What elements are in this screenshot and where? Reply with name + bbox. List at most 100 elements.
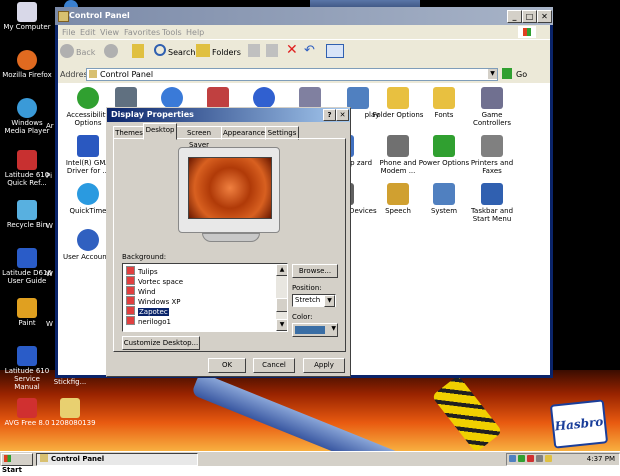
network-tray-icon[interactable] <box>509 455 516 462</box>
dialog-close-button[interactable]: ✕ <box>336 109 349 121</box>
desktop-icon-service-manual[interactable]: Latitude 610 Service Manual <box>0 346 54 391</box>
copy-to-icon[interactable] <box>266 44 278 57</box>
background-list[interactable]: Tulips Vortec space Wind Windows XP Zapo… <box>122 263 288 332</box>
delete-icon[interactable]: ✕ <box>286 42 298 58</box>
menu-tools[interactable]: Tools <box>162 28 182 37</box>
move-to-icon[interactable] <box>248 44 260 57</box>
menu-help[interactable]: Help <box>186 28 204 37</box>
volume-tray-icon[interactable] <box>536 455 543 462</box>
dialog-title: Display Properties <box>111 110 194 119</box>
image-file-icon <box>126 296 135 305</box>
go-arrow-icon[interactable] <box>502 68 512 79</box>
list-item[interactable]: Wind <box>126 286 274 296</box>
menu-view[interactable]: View <box>100 28 119 37</box>
automatic-updates-icon <box>253 87 275 109</box>
image-file-icon <box>126 276 135 285</box>
scroll-up-icon[interactable]: ▲ <box>276 264 287 276</box>
chevron-down-icon[interactable]: ▼ <box>488 69 497 79</box>
ok-button[interactable]: OK <box>208 358 246 373</box>
add-remove-programs-icon <box>207 87 229 109</box>
control-panel-icon <box>40 454 48 462</box>
folders-icon[interactable] <box>196 44 210 57</box>
forward-arrow-icon[interactable] <box>104 44 118 58</box>
menu-file[interactable]: File <box>62 28 75 37</box>
go-button[interactable]: Go <box>516 70 527 79</box>
user-accounts-icon <box>77 229 99 251</box>
chevron-down-icon[interactable]: ▼ <box>324 295 335 307</box>
browse-button[interactable]: Browse... <box>292 264 338 278</box>
display-properties-dialog: Display Properties ? ✕ Themes Desktop Sc… <box>106 107 351 377</box>
hasbro-logo: Hasbro <box>549 399 609 449</box>
accounts-icon <box>299 87 321 109</box>
power-tray-icon[interactable] <box>545 455 552 462</box>
start-button[interactable]: Start <box>1 453 33 474</box>
position-select[interactable]: Stretch ▼ <box>292 294 336 307</box>
back-button-label[interactable]: Back <box>76 48 95 57</box>
display-icon <box>347 87 369 109</box>
color-swatch <box>295 326 325 334</box>
clock[interactable]: 4:37 PM <box>587 454 615 465</box>
search-button[interactable]: Search <box>168 48 195 57</box>
desktop-icon-quick-ref[interactable]: Latitude 610 Quick Ref... <box>0 150 54 187</box>
list-scrollbar[interactable]: ▲ ▼ <box>276 264 287 331</box>
firefox-icon <box>17 50 37 70</box>
back-arrow-icon[interactable] <box>60 44 74 58</box>
image-file-icon <box>126 266 135 275</box>
fonts-icon <box>433 87 455 109</box>
search-icon[interactable] <box>154 44 166 56</box>
system-tray: 4:37 PM <box>506 453 620 466</box>
close-button[interactable]: ✕ <box>537 10 552 23</box>
taskbar-item-control-panel[interactable]: Control Panel <box>36 453 198 466</box>
monitor-preview <box>178 147 280 233</box>
cp-game-controllers[interactable]: Game Controllers <box>462 87 522 127</box>
control-panel-icon <box>89 70 97 78</box>
monitor-stand <box>202 233 260 242</box>
minimize-button[interactable]: _ <box>507 10 522 23</box>
desktop-icon-user-guide[interactable]: Latitude D610 User Guide <box>0 248 54 285</box>
wifi-tray-icon[interactable] <box>518 455 525 462</box>
speech-icon <box>387 183 409 205</box>
desktop-icon-avg[interactable]: AVG Free 8.0 <box>0 398 54 427</box>
desktop-icon-stickfig[interactable]: Stickfig... <box>52 378 88 386</box>
maximize-button[interactable]: □ <box>522 10 537 23</box>
color-picker-button[interactable]: ▼ <box>292 323 338 337</box>
up-folder-icon[interactable] <box>132 44 144 58</box>
media-player-icon <box>17 98 37 118</box>
desktop-icon-my-computer[interactable]: My Computer <box>0 2 54 31</box>
address-bar: Address Control Panel ▼ Go <box>58 66 550 83</box>
color-label: Color: <box>292 313 313 321</box>
cp-taskbar-start-menu[interactable]: Taskbar and Start Menu <box>462 183 522 223</box>
list-item[interactable]: Tulips <box>126 266 274 276</box>
cp-printers-faxes[interactable]: Printers and Faxes <box>462 135 522 175</box>
list-item[interactable]: Vortec space <box>126 276 274 286</box>
windows-logo-icon <box>518 26 536 38</box>
tab-desktop[interactable]: Desktop <box>143 123 177 140</box>
dialog-titlebar[interactable]: Display Properties ? ✕ <box>107 108 350 122</box>
background-label: Background: <box>122 253 167 261</box>
customize-desktop-button[interactable]: Customize Desktop... <box>122 336 200 350</box>
intel-gma-icon <box>77 135 99 157</box>
list-item-selected[interactable]: Zapotec <box>126 306 274 316</box>
printer-icon <box>481 135 503 157</box>
views-icon[interactable] <box>326 44 344 58</box>
cancel-button[interactable]: Cancel <box>253 358 295 373</box>
address-input[interactable]: Control Panel ▼ <box>86 68 498 81</box>
undo-icon[interactable]: ↶ <box>304 43 315 58</box>
wallpaper-preview <box>188 157 272 219</box>
computer-icon <box>17 2 37 22</box>
menu-favorites[interactable]: Favorites <box>124 28 160 37</box>
avg-tray-icon[interactable] <box>527 455 534 462</box>
help-book-icon <box>17 248 37 268</box>
window-title: Control Panel <box>69 11 130 20</box>
list-item[interactable]: nerilogo1 <box>126 316 274 326</box>
scroll-thumb[interactable] <box>276 298 287 312</box>
desktop-icon-folder-1208080139[interactable]: 1208080139 <box>50 398 96 427</box>
menu-edit[interactable]: Edit <box>80 28 96 37</box>
apply-button[interactable]: Apply <box>303 358 345 373</box>
help-button[interactable]: ? <box>323 109 336 121</box>
folders-button[interactable]: Folders <box>212 48 241 57</box>
desktop-icon-firefox[interactable]: Mozilla Firefox <box>0 50 54 79</box>
list-item[interactable]: Windows XP <box>126 296 274 306</box>
window-titlebar[interactable]: Control Panel _ □ ✕ <box>55 7 553 25</box>
scroll-down-icon[interactable]: ▼ <box>276 319 287 331</box>
